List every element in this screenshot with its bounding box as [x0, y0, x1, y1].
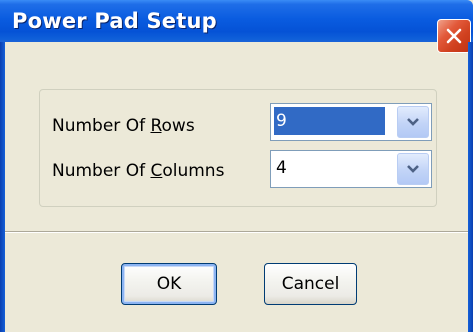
- rows-dropdown-button[interactable]: [397, 106, 429, 138]
- window-left-border: [0, 42, 5, 332]
- separator: [5, 231, 468, 233]
- rows-value[interactable]: 9: [274, 107, 385, 135]
- rows-label: Number Of Rows: [52, 116, 195, 136]
- columns-value[interactable]: 4: [274, 154, 287, 182]
- title-bar[interactable]: Power Pad Setup: [0, 0, 473, 53]
- rows-combobox[interactable]: 9: [270, 103, 432, 141]
- columns-dropdown-button[interactable]: [397, 153, 429, 185]
- window-right-border: [468, 42, 473, 332]
- window-title: Power Pad Setup: [12, 9, 217, 33]
- power-pad-setup-dialog: Power Pad Setup Number Of Rows 9 Number …: [0, 0, 473, 332]
- close-button[interactable]: [437, 19, 471, 53]
- columns-label: Number Of Columns: [52, 161, 225, 181]
- ok-button[interactable]: OK: [121, 263, 217, 305]
- cancel-button[interactable]: Cancel: [264, 263, 357, 305]
- columns-combobox[interactable]: 4: [270, 150, 432, 188]
